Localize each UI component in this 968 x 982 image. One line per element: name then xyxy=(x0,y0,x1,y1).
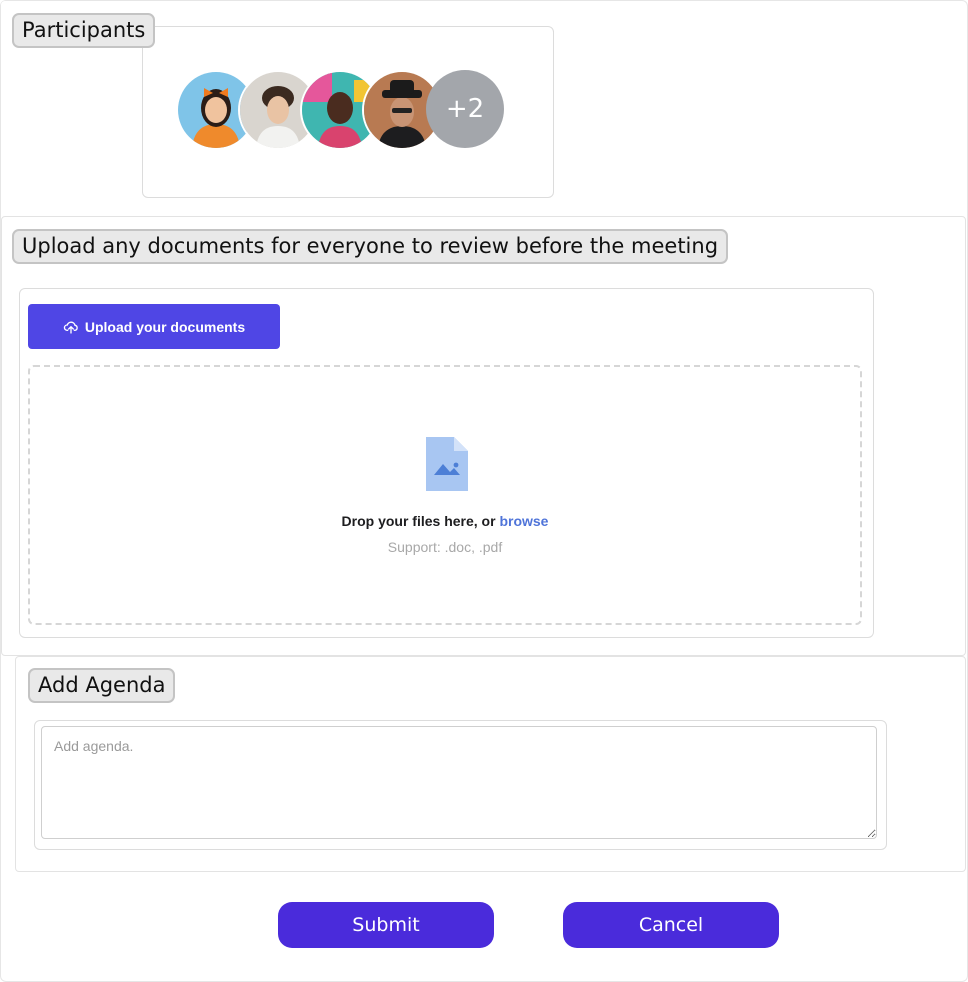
supported-formats: Support: .doc, .pdf xyxy=(387,539,503,555)
file-dropzone[interactable]: Drop your files here, or browse Support:… xyxy=(28,365,862,625)
browse-link[interactable]: browse xyxy=(499,513,548,529)
upload-documents-button[interactable]: Upload your documents xyxy=(28,304,280,349)
image-file-icon xyxy=(426,437,468,491)
submit-button[interactable]: Submit xyxy=(278,902,494,948)
participants-card: +2 xyxy=(142,26,554,198)
cloud-upload-icon xyxy=(63,321,78,334)
more-participants-badge[interactable]: +2 xyxy=(426,70,504,148)
agenda-input[interactable] xyxy=(41,726,877,839)
upload-button-label: Upload your documents xyxy=(84,318,246,335)
drop-text: Drop your files here, or xyxy=(341,513,496,529)
drop-instructions: Drop your files here, or browse xyxy=(30,513,860,529)
documents-heading: Upload any documents for everyone to rev… xyxy=(12,229,729,264)
cancel-button[interactable]: Cancel xyxy=(563,902,779,948)
participants-heading: Participants xyxy=(12,13,156,48)
agenda-heading: Add Agenda xyxy=(28,668,176,703)
